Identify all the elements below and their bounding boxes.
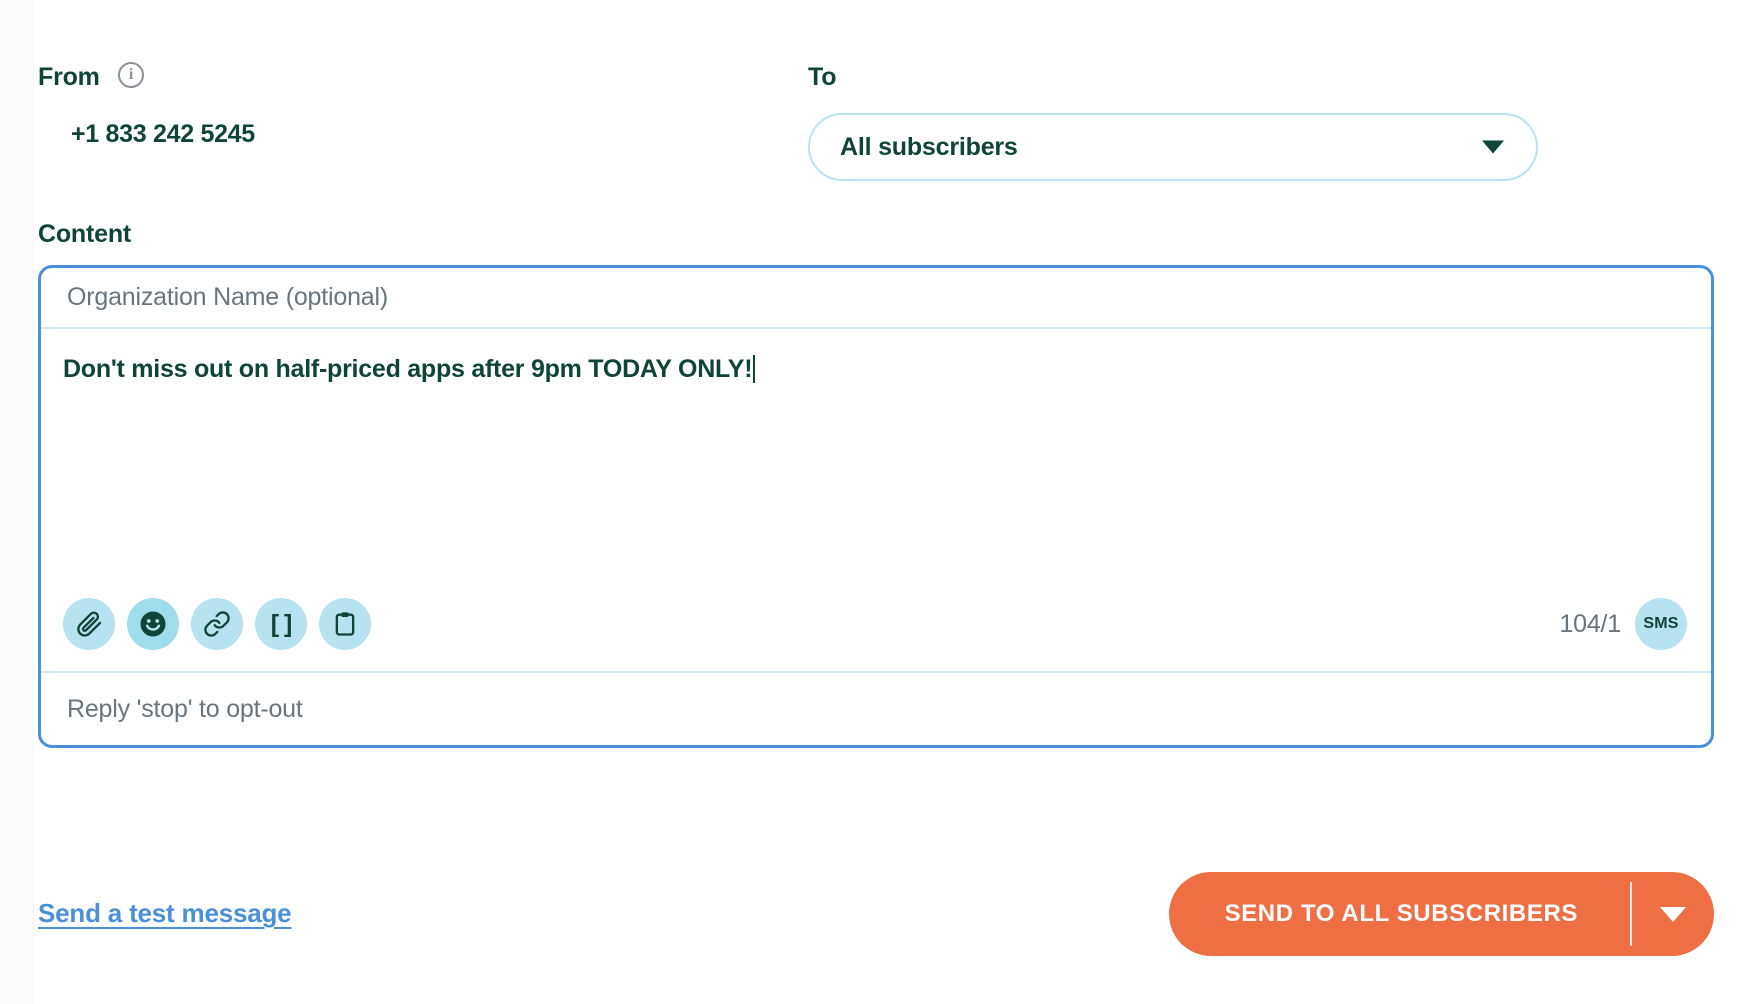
paperclip-icon	[75, 610, 103, 638]
to-field-group: To All subscribers	[808, 62, 1714, 181]
composer-status-group: 104/1 SMS	[1559, 598, 1687, 650]
chevron-down-icon	[1660, 906, 1686, 922]
emoji-button[interactable]	[127, 598, 179, 650]
clipboard-icon	[331, 610, 359, 638]
content-label: Content	[38, 220, 132, 248]
link-icon	[203, 610, 231, 638]
page-left-edge	[0, 0, 34, 1004]
character-counter: 104/1	[1559, 609, 1621, 638]
smiley-face-icon	[138, 609, 168, 639]
organization-name-field[interactable]: Organization Name (optional)	[41, 268, 1711, 329]
insert-link-button[interactable]	[191, 598, 243, 650]
attach-file-button[interactable]	[63, 598, 115, 650]
sms-campaign-composer: From i +1 833 242 5245 To All subscriber…	[0, 0, 1752, 1004]
optout-footer: Reply 'stop' to opt-out	[41, 673, 1711, 745]
paste-template-button[interactable]	[319, 598, 371, 650]
recipients-select-value: All subscribers	[840, 132, 1018, 161]
from-to-row: From i +1 833 242 5245 To All subscriber…	[38, 62, 1714, 194]
recipients-select[interactable]: All subscribers	[808, 113, 1538, 181]
from-label: From	[38, 63, 100, 91]
info-icon[interactable]: i	[118, 62, 145, 88]
brackets-icon: [ ]	[270, 609, 293, 638]
organization-name-placeholder: Organization Name (optional)	[67, 283, 388, 311]
send-test-message-link[interactable]: Send a test message	[38, 898, 292, 929]
message-body-text: Don't miss out on half-priced apps after…	[63, 355, 753, 383]
text-cursor	[753, 355, 756, 383]
send-button-group: SEND TO ALL SUBSCRIBERS	[1168, 872, 1714, 956]
from-field-group: From i +1 833 242 5245	[38, 62, 808, 149]
composer-toolbar: [ ] 104/1 SMS	[41, 577, 1711, 673]
message-composer: Organization Name (optional) Don't miss …	[38, 265, 1714, 748]
composer-tool-group: [ ]	[63, 598, 371, 650]
optout-text: Reply 'stop' to opt-out	[67, 694, 303, 723]
to-label: To	[808, 63, 837, 91]
status-badge: SMS	[1635, 598, 1687, 650]
send-to-all-subscribers-button[interactable]: SEND TO ALL SUBSCRIBERS	[1169, 872, 1630, 956]
chevron-down-icon	[1482, 140, 1504, 154]
send-options-dropdown-button[interactable]	[1632, 872, 1714, 956]
message-body-input[interactable]: Don't miss out on half-priced apps after…	[41, 329, 1711, 577]
from-phone-number: +1 833 242 5245	[71, 120, 255, 148]
merge-tag-button[interactable]: [ ]	[255, 598, 307, 650]
